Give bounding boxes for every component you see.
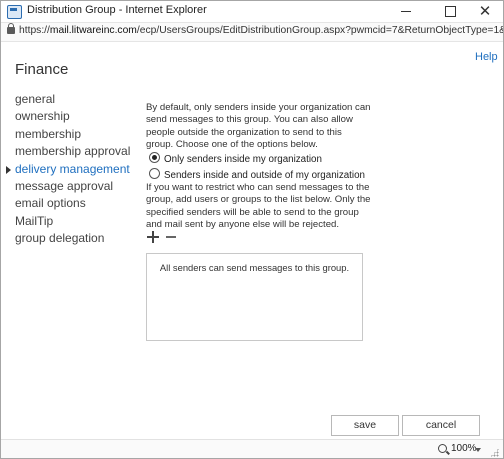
nav-item-mailtip[interactable]: MailTip bbox=[15, 213, 135, 230]
close-button[interactable]: ✕ bbox=[471, 1, 499, 22]
help-link[interactable]: Help bbox=[475, 51, 498, 63]
nav-item-email-options[interactable]: email options bbox=[15, 195, 135, 212]
cancel-button[interactable]: cancel bbox=[402, 415, 480, 436]
resize-grip-icon[interactable] bbox=[490, 448, 499, 457]
option-both-label: Senders inside and outside of my organiz… bbox=[164, 170, 365, 181]
chevron-down-icon[interactable] bbox=[475, 448, 481, 452]
minimize-icon bbox=[401, 11, 411, 13]
option-inside-label: Only senders inside my organization bbox=[164, 154, 322, 165]
maximize-icon bbox=[444, 6, 456, 18]
option-inside-and-outside[interactable]: Senders inside and outside of my organiz… bbox=[149, 168, 365, 181]
delivery-intro-text: By default, only senders inside your org… bbox=[146, 102, 371, 150]
address-bar[interactable]: https://mail.litwareinc.com/ecp/UsersGro… bbox=[1, 22, 503, 42]
nav-item-membership-approval[interactable]: membership approval bbox=[15, 143, 135, 160]
radio-inside-only[interactable] bbox=[149, 152, 160, 163]
browser-window: Distribution Group - Internet Explorer ✕… bbox=[0, 0, 504, 459]
nav-item-label: delivery management bbox=[15, 161, 130, 176]
window-title: Distribution Group - Internet Explorer bbox=[27, 4, 207, 16]
add-icon[interactable] bbox=[147, 231, 159, 243]
section-nav: general ownership membership membership … bbox=[6, 91, 135, 248]
selected-arrow-icon bbox=[6, 165, 11, 174]
url-path: /ecp/UsersGroups/EditDistributionGroup.a… bbox=[136, 25, 503, 36]
page-title: Finance bbox=[15, 61, 69, 78]
nav-item-label: message approval bbox=[15, 178, 114, 193]
lock-icon bbox=[7, 23, 15, 34]
status-bar: 100% bbox=[1, 439, 503, 458]
radio-inside-and-outside[interactable] bbox=[149, 168, 160, 179]
nav-item-ownership[interactable]: ownership bbox=[15, 108, 135, 125]
minimize-button[interactable] bbox=[392, 1, 420, 22]
url-host: mail.litwareinc.com bbox=[49, 25, 137, 36]
remove-icon[interactable] bbox=[166, 236, 176, 238]
list-empty-message: All senders can send messages to this gr… bbox=[159, 262, 350, 273]
nav-item-label: group delegation bbox=[15, 231, 105, 246]
maximize-button[interactable] bbox=[436, 1, 464, 22]
nav-item-label: membership approval bbox=[15, 144, 131, 159]
url-prefix: https:// bbox=[19, 25, 50, 36]
title-bar[interactable]: Distribution Group - Internet Explorer ✕ bbox=[1, 1, 503, 22]
option-inside-only[interactable]: Only senders inside my organization bbox=[149, 152, 322, 165]
zoom-icon[interactable] bbox=[438, 444, 447, 453]
nav-item-label: ownership bbox=[15, 109, 70, 124]
close-icon: ✕ bbox=[478, 3, 492, 20]
restrict-senders-text: If you want to restrict who can send mes… bbox=[146, 182, 371, 230]
nav-item-membership[interactable]: membership bbox=[15, 126, 135, 143]
url-text[interactable]: https://mail.litwareinc.com/ecp/UsersGro… bbox=[19, 25, 503, 36]
zoom-level[interactable]: 100% bbox=[451, 443, 477, 454]
nav-item-general[interactable]: general bbox=[15, 91, 135, 108]
nav-item-label: MailTip bbox=[15, 213, 54, 228]
nav-item-message-approval[interactable]: message approval bbox=[15, 178, 135, 195]
allowed-senders-list[interactable]: All senders can send messages to this gr… bbox=[146, 253, 363, 341]
nav-item-group-delegation[interactable]: group delegation bbox=[15, 230, 135, 247]
nav-item-label: membership bbox=[15, 126, 82, 141]
internet-explorer-icon bbox=[7, 5, 22, 19]
nav-item-delivery-management[interactable]: delivery management bbox=[6, 161, 135, 178]
nav-item-label: general bbox=[15, 92, 56, 106]
nav-item-label: email options bbox=[15, 196, 86, 211]
save-button[interactable]: save bbox=[331, 415, 399, 436]
